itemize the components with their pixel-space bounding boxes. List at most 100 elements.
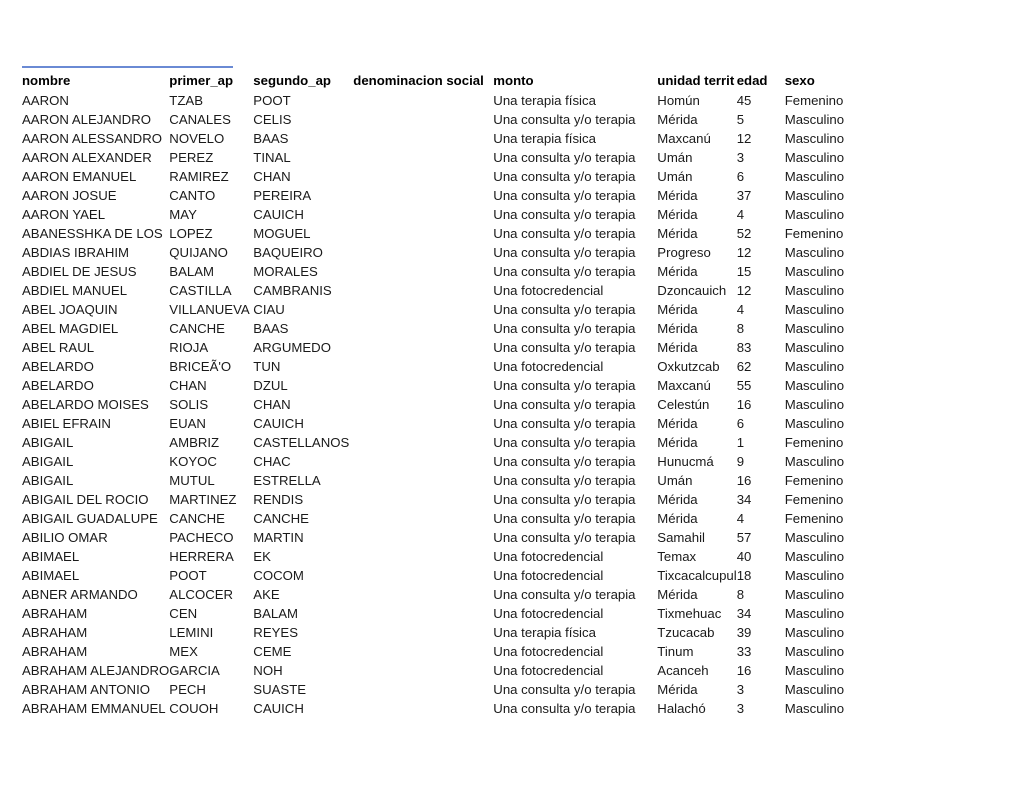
- cell-unidad[interactable]: Celestún: [657, 395, 736, 414]
- table-row[interactable]: ABELARDO CHAN DZUL Una consulta y/o terapia…: [22, 376, 885, 395]
- cell-denom[interactable]: [353, 243, 493, 262]
- cell-unidad[interactable]: Umán: [657, 148, 736, 167]
- cell-monto[interactable]: Una consulta y/o terapia: [493, 186, 657, 205]
- table-row[interactable]: ABDIEL DE JESUS BALAM MORALES Una consulta …: [22, 262, 885, 281]
- cell-monto[interactable]: Una fotocredencial: [493, 566, 657, 585]
- table-row[interactable]: ABIGAIL DEL ROCIO MARTINEZ RENDIS Una consu…: [22, 490, 885, 509]
- cell-primer[interactable]: HERRERA: [169, 547, 253, 566]
- cell-segundo[interactable]: PEREIRA: [253, 186, 353, 205]
- cell-monto[interactable]: Una consulta y/o terapia: [493, 376, 657, 395]
- table-row[interactable]: ABILIO OMAR PACHECO MARTIN Una consulta y/o…: [22, 528, 885, 547]
- cell-segundo[interactable]: CHAN: [253, 395, 353, 414]
- cell-monto[interactable]: Una consulta y/o terapia: [493, 452, 657, 471]
- cell-nombre[interactable]: ABELARDO: [22, 376, 169, 395]
- cell-edad[interactable]: 16: [737, 661, 785, 680]
- cell-denom[interactable]: [353, 452, 493, 471]
- cell-denom[interactable]: [353, 300, 493, 319]
- table-row[interactable]: ABEL JOAQUIN VILLANUEVA CIAU Una consulta y…: [22, 300, 885, 319]
- cell-primer[interactable]: PEREZ: [169, 148, 253, 167]
- cell-primer[interactable]: AMBRIZ: [169, 433, 253, 452]
- cell-denom[interactable]: [353, 186, 493, 205]
- cell-nombre[interactable]: ABIGAIL DEL ROCIO: [22, 490, 169, 509]
- cell-primer[interactable]: CANCHE: [169, 319, 253, 338]
- cell-sexo[interactable]: Masculino: [785, 528, 885, 547]
- cell-edad[interactable]: 4: [737, 509, 785, 528]
- cell-edad[interactable]: 16: [737, 471, 785, 490]
- cell-unidad[interactable]: Mérida: [657, 224, 736, 243]
- cell-segundo[interactable]: CHAC: [253, 452, 353, 471]
- cell-denom[interactable]: [353, 357, 493, 376]
- cell-sexo[interactable]: Masculino: [785, 699, 885, 718]
- cell-edad[interactable]: 12: [737, 243, 785, 262]
- cell-monto[interactable]: Una consulta y/o terapia: [493, 300, 657, 319]
- cell-denom[interactable]: [353, 148, 493, 167]
- cell-edad[interactable]: 3: [737, 680, 785, 699]
- cell-unidad[interactable]: Dzoncauich: [657, 281, 736, 300]
- cell-segundo[interactable]: CIAU: [253, 300, 353, 319]
- table-row[interactable]: AARON JOSUE CANTO PEREIRA Una consulta y/o …: [22, 186, 885, 205]
- cell-nombre[interactable]: ABEL MAGDIEL: [22, 319, 169, 338]
- cell-denom[interactable]: [353, 414, 493, 433]
- cell-monto[interactable]: Una consulta y/o terapia: [493, 528, 657, 547]
- cell-denom[interactable]: [353, 262, 493, 281]
- cell-unidad[interactable]: Mérida: [657, 490, 736, 509]
- cell-sexo[interactable]: Femenino: [785, 224, 885, 243]
- cell-edad[interactable]: 18: [737, 566, 785, 585]
- cell-unidad[interactable]: Acanceh: [657, 661, 736, 680]
- column-header-primer-ap[interactable]: primer_ap: [169, 71, 253, 91]
- cell-monto[interactable]: Una consulta y/o terapia: [493, 699, 657, 718]
- table-row[interactable]: ABRAHAM EMMANUEL COUOH CAUICH Una consulta …: [22, 699, 885, 718]
- cell-primer[interactable]: POOT: [169, 566, 253, 585]
- cell-unidad[interactable]: Mérida: [657, 414, 736, 433]
- cell-sexo[interactable]: Masculino: [785, 338, 885, 357]
- cell-edad[interactable]: 55: [737, 376, 785, 395]
- cell-segundo[interactable]: SUASTE: [253, 680, 353, 699]
- cell-edad[interactable]: 4: [737, 205, 785, 224]
- cell-sexo[interactable]: Masculino: [785, 376, 885, 395]
- cell-unidad[interactable]: Mérida: [657, 319, 736, 338]
- cell-primer[interactable]: CANCHE: [169, 509, 253, 528]
- cell-monto[interactable]: Una fotocredencial: [493, 604, 657, 623]
- cell-segundo[interactable]: EK: [253, 547, 353, 566]
- column-header-unidad-territorial[interactable]: unidad territ: [657, 71, 736, 91]
- cell-denom[interactable]: [353, 699, 493, 718]
- cell-unidad[interactable]: Tixcacalcupul: [657, 566, 736, 585]
- cell-nombre[interactable]: AARON ALESSANDRO: [22, 129, 169, 148]
- cell-unidad[interactable]: Progreso: [657, 243, 736, 262]
- cell-edad[interactable]: 9: [737, 452, 785, 471]
- table-row[interactable]: AARON EMANUEL RAMIREZ CHAN Una consulta y/o…: [22, 167, 885, 186]
- cell-segundo[interactable]: ESTRELLA: [253, 471, 353, 490]
- cell-edad[interactable]: 4: [737, 300, 785, 319]
- cell-nombre[interactable]: ABEL RAUL: [22, 338, 169, 357]
- cell-monto[interactable]: Una consulta y/o terapia: [493, 680, 657, 699]
- column-header-segundo-ap[interactable]: segundo_ap: [253, 71, 353, 91]
- cell-sexo[interactable]: Masculino: [785, 205, 885, 224]
- cell-sexo[interactable]: Masculino: [785, 547, 885, 566]
- table-row[interactable]: ABRAHAM MEX CEME Una fotocredencial Tinum 33 M…: [22, 642, 885, 661]
- cell-denom[interactable]: [353, 129, 493, 148]
- table-row[interactable]: ABDIAS IBRAHIM QUIJANO BAQUEIRO Una consult…: [22, 243, 885, 262]
- table-row[interactable]: ABIGAIL GUADALUPE CANCHE CANCHE Una consult…: [22, 509, 885, 528]
- cell-unidad[interactable]: Tinum: [657, 642, 736, 661]
- table-row[interactable]: AARON ALEJANDRO CANALES CELIS Una consulta …: [22, 110, 885, 129]
- cell-denom[interactable]: [353, 642, 493, 661]
- table-row[interactable]: ABIGAIL AMBRIZ CASTELLANOS Una consulta y/o…: [22, 433, 885, 452]
- cell-segundo[interactable]: TUN: [253, 357, 353, 376]
- cell-sexo[interactable]: Masculino: [785, 414, 885, 433]
- cell-edad[interactable]: 34: [737, 604, 785, 623]
- cell-nombre[interactable]: ABIMAEL: [22, 547, 169, 566]
- table-row[interactable]: ABRAHAM ANTONIO PECH SUASTE Una consulta y/…: [22, 680, 885, 699]
- cell-nombre[interactable]: ABRAHAM: [22, 642, 169, 661]
- cell-unidad[interactable]: Umán: [657, 167, 736, 186]
- cell-monto[interactable]: Una consulta y/o terapia: [493, 205, 657, 224]
- cell-edad[interactable]: 52: [737, 224, 785, 243]
- cell-nombre[interactable]: ABDIAS IBRAHIM: [22, 243, 169, 262]
- table-row[interactable]: ABIMAEL POOT COCOM Una fotocredencial Tixcac…: [22, 566, 885, 585]
- cell-sexo[interactable]: Masculino: [785, 452, 885, 471]
- column-header-denominacion-social[interactable]: denominacion social: [353, 71, 493, 91]
- cell-unidad[interactable]: Hunucmá: [657, 452, 736, 471]
- cell-denom[interactable]: [353, 91, 493, 110]
- cell-nombre[interactable]: ABIMAEL: [22, 566, 169, 585]
- cell-segundo[interactable]: TINAL: [253, 148, 353, 167]
- cell-primer[interactable]: NOVELO: [169, 129, 253, 148]
